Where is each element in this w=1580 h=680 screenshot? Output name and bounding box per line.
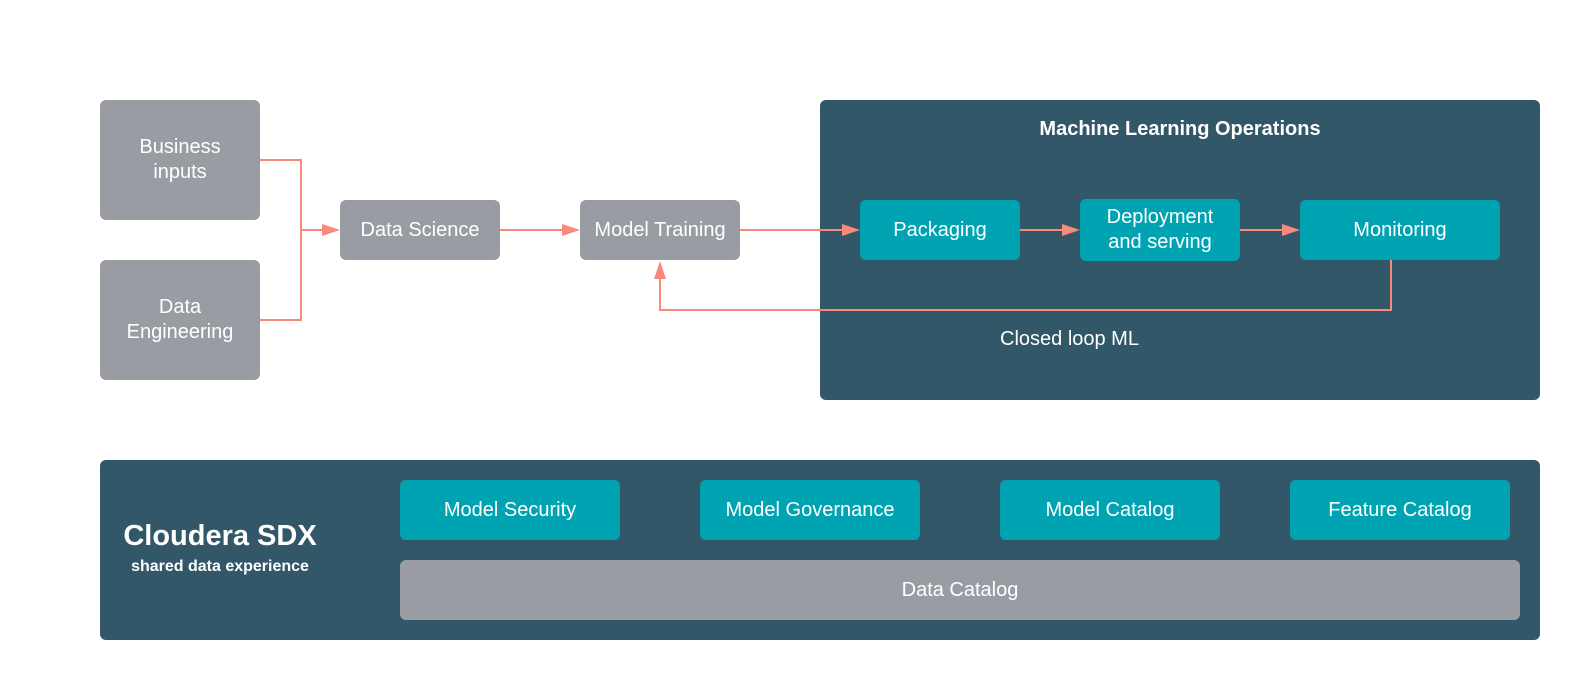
monitoring-box: Monitoring — [1300, 200, 1500, 260]
model-security-box: Model Security — [400, 480, 620, 540]
model-training-label: Model Training — [594, 218, 726, 241]
data-engineering-box: Data Engineering — [100, 260, 260, 380]
model-catalog-label: Model Catalog — [1045, 498, 1175, 521]
data-science-box: Data Science — [340, 200, 500, 260]
business-inputs-box: Business inputs — [100, 100, 260, 220]
model-training-box: Model Training — [580, 200, 740, 260]
model-security-label: Model Security — [443, 498, 577, 521]
model-governance-box: Model Governance — [700, 480, 920, 540]
deployment-serving-box: Deployment and serving — [1080, 199, 1240, 261]
monitoring-label: Monitoring — [1353, 218, 1447, 241]
sdx-title: Cloudera SDX — [123, 520, 317, 552]
data-catalog-label: Data Catalog — [901, 578, 1019, 601]
model-governance-label: Model Governance — [725, 498, 895, 521]
data-science-label: Data Science — [360, 218, 480, 241]
mlops-title: Machine Learning Operations — [1039, 118, 1321, 140]
feature-catalog-label: Feature Catalog — [1328, 498, 1472, 521]
sdx-subtitle: shared data experience — [131, 558, 309, 575]
feature-catalog-box: Feature Catalog — [1290, 480, 1510, 540]
connector-business-to-junction — [260, 159, 302, 321]
model-catalog-box: Model Catalog — [1000, 480, 1220, 540]
packaging-box: Packaging — [860, 200, 1020, 260]
data-catalog-box: Data Catalog — [400, 560, 1520, 620]
arrowhead-model-training — [562, 224, 580, 236]
closed-loop-label: Closed loop ML — [1000, 328, 1139, 350]
deployment-serving-label: Deployment and serving — [1106, 206, 1214, 253]
business-inputs-label: Business inputs — [139, 136, 221, 183]
packaging-label: Packaging — [893, 218, 987, 241]
arrowhead-data-science — [322, 224, 340, 236]
arrowhead-feedback — [654, 261, 666, 279]
data-engineering-label: Data Engineering — [126, 296, 234, 343]
